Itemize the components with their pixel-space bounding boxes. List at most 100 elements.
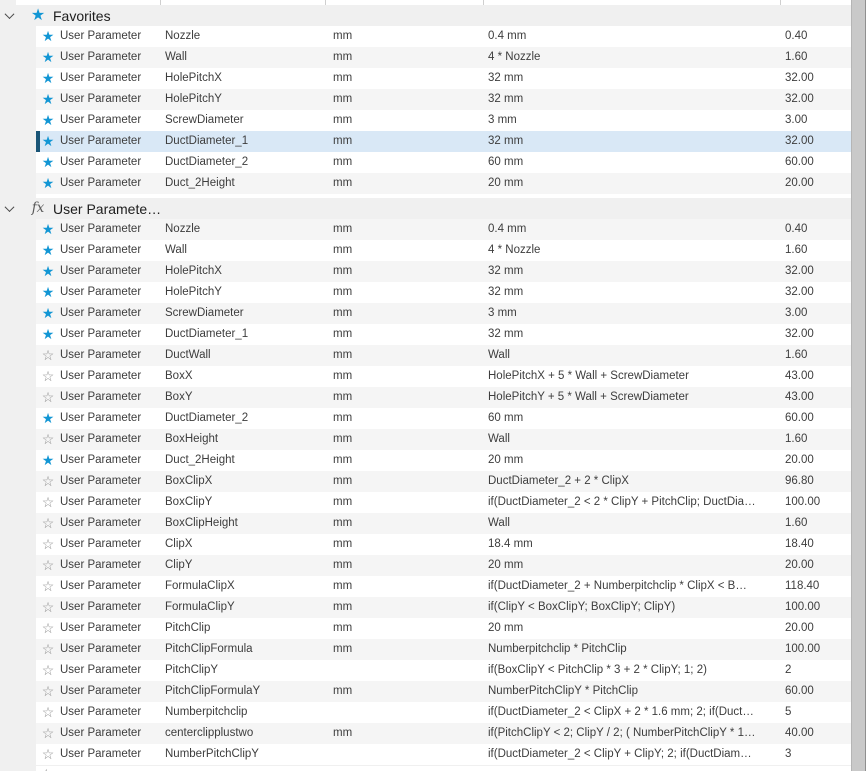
favorite-star-outline-icon[interactable]: ☆ [36, 492, 60, 513]
table-row[interactable]: ☆ User Parameter BoxClipX mm DuctDiameter_2 … [36, 471, 851, 492]
favorite-star-outline-icon[interactable]: ☆ [36, 681, 60, 702]
favorite-star-filled-icon[interactable]: ★ [36, 89, 60, 110]
parameter-name: BoxHeight [165, 433, 219, 445]
table-row[interactable]: ☆ User Parameter Numberpitchclip if(DuctDia… [36, 702, 851, 723]
favorite-star-outline-icon[interactable]: ☆ [36, 660, 60, 681]
favorite-star-filled-icon[interactable]: ★ [36, 219, 60, 240]
favorite-star-outline-icon[interactable]: ☆ [36, 429, 60, 450]
favorite-star-filled-icon[interactable]: ★ [36, 450, 60, 471]
table-row[interactable]: ☆ User Parameter FormulaClipX mm if(DuctDiam… [36, 576, 851, 597]
parameter-value: 2 [785, 664, 792, 676]
section-header-user-paramete[interactable]: fx User Paramete… [0, 198, 851, 219]
table-row[interactable]: ☆ User Parameter PitchClipY if(BoxClipY < P… [36, 660, 851, 681]
favorite-star-outline-icon[interactable]: ☆ [36, 744, 60, 765]
table-row[interactable]: ★ User Parameter HolePitchY mm 32 mm 32.00 [36, 89, 851, 110]
table-row[interactable]: ☆ User Parameter ClipY mm 20 mm 20.00 [36, 555, 851, 576]
favorite-star-filled-icon[interactable]: ★ [36, 26, 60, 47]
table-row[interactable]: ★ User Parameter Duct_2Height mm 20 mm 20.00 [36, 173, 851, 194]
table-row[interactable]: ★ User Parameter HolePitchX mm 32 mm 32.00 [36, 68, 851, 89]
parameter-value: 20.00 [785, 622, 814, 634]
favorite-star-filled-icon[interactable]: ★ [36, 324, 60, 345]
parameter-value: 3 [785, 748, 792, 760]
table-row[interactable]: ☆ User Parameter centerclipplustwo mm if(Pit… [36, 723, 851, 744]
parameter-name: HolePitchX [165, 265, 222, 277]
parameter-expression: 4 * Nozzle [488, 244, 541, 256]
table-row[interactable]: ★ User Parameter HolePitchY mm 32 mm 32.00 [36, 282, 851, 303]
parameter-name: NumberPitchClipY [165, 748, 259, 760]
table-row[interactable]: ★ User Parameter HolePitchX mm 32 mm 32.00 [36, 261, 851, 282]
parameter-unit: mm [333, 391, 353, 403]
table-row[interactable]: ☆ User Parameter BoxClipY mm if(DuctDiameter… [36, 492, 851, 513]
favorite-star-filled-icon[interactable]: ★ [36, 68, 60, 89]
parameter-expression: 20 mm [488, 622, 524, 634]
table-row[interactable]: ★ User Parameter Nozzle mm 0.4 mm 0.40 [36, 26, 851, 47]
favorite-star-outline-icon[interactable]: ☆ [36, 702, 60, 723]
table-row[interactable]: ★ User Parameter DuctDiameter_1 mm 32 mm 32.0… [36, 324, 851, 345]
table-row[interactable]: ☆ User Parameter DuctWall mm Wall 1.60 [36, 345, 851, 366]
favorite-star-filled-icon[interactable]: ★ [36, 173, 60, 194]
favorite-star-filled-icon[interactable]: ★ [36, 131, 60, 152]
favorite-star-filled-icon[interactable]: ★ [36, 408, 60, 429]
favorite-star-outline-icon[interactable]: ☆ [36, 618, 60, 639]
parameter-expression: 4 * Nozzle [488, 51, 541, 63]
favorite-star-outline-icon[interactable]: ☆ [36, 366, 60, 387]
parameter-expression: 60 mm [488, 412, 524, 424]
favorite-star-outline-icon[interactable]: ☆ [36, 387, 60, 408]
favorite-star-outline-icon[interactable]: ☆ [36, 471, 60, 492]
table-row[interactable]: ★ User Parameter DuctDiameter_1 mm 32 mm 32.0… [36, 131, 851, 152]
parameter-unit: mm [333, 328, 353, 340]
table-row[interactable]: ★ User Parameter Duct_2Height mm 20 mm 20.00 [36, 450, 851, 471]
favorite-star-filled-icon[interactable]: ★ [36, 282, 60, 303]
parameter-unit: mm [333, 244, 353, 256]
parameter-unit [333, 702, 488, 723]
table-row[interactable]: ☆ User Parameter PitchClipFormula mm Numberp… [36, 639, 851, 660]
favorite-star-outline-icon[interactable]: ☆ [36, 723, 60, 744]
section-header-favorites[interactable]: ★ Favorites [0, 5, 851, 26]
table-row[interactable]: ☆ User Parameter ClipX mm 18.4 mm 18.40 [36, 534, 851, 555]
parameter-name: BoxY [165, 391, 193, 403]
table-row[interactable]: ☆ User Parameter BoxClipHeight mm Wall 1.60 [36, 513, 851, 534]
table-row[interactable]: ★ User Parameter ScrewDiameter mm 3 mm 3.00 [36, 110, 851, 131]
table-row[interactable]: ☆ User Parameter NumberPitchClipY if(DuctDi… [36, 744, 851, 765]
favorite-star-outline-icon[interactable]: ☆ [36, 345, 60, 366]
table-row[interactable]: ☆ User Parameter BoxX mm HolePitchX + 5 * Wa… [36, 366, 851, 387]
parameter-name: ScrewDiameter [165, 114, 244, 126]
favorite-star-outline-icon[interactable]: ☆ [36, 513, 60, 534]
favorite-star-outline-icon[interactable]: ☆ [36, 555, 60, 576]
table-row[interactable]: ★ User Parameter DuctDiameter_2 mm 60 mm 60.0… [36, 408, 851, 429]
vertical-scrollbar[interactable] [851, 0, 866, 771]
parameter-value: 1.60 [785, 517, 808, 529]
favorite-star-filled-icon[interactable]: ★ [36, 240, 60, 261]
favorite-star-filled-icon[interactable]: ★ [36, 47, 60, 68]
parameter-type: User Parameter [60, 244, 142, 256]
favorite-star-filled-icon[interactable]: ★ [36, 152, 60, 173]
table-row[interactable]: ☆ User Parameter BoxHeight mm Wall 1.60 [36, 429, 851, 450]
favorite-star-outline-icon[interactable]: ☆ [36, 639, 60, 660]
favorite-star-filled-icon[interactable]: ★ [36, 303, 60, 324]
parameter-unit: mm [333, 72, 353, 84]
favorite-star-outline-icon[interactable]: ☆ [36, 597, 60, 618]
parameter-value: 1.60 [785, 51, 808, 63]
chevron-down-icon[interactable] [3, 9, 15, 20]
parameter-type: User Parameter [60, 328, 142, 340]
favorite-star-outline-icon[interactable]: ☆ [36, 576, 60, 597]
partial-next-row: ☆ [36, 766, 851, 771]
table-row[interactable]: ★ User Parameter Wall mm 4 * Nozzle 1.60 [36, 47, 851, 68]
parameter-unit: mm [333, 177, 353, 189]
chevron-down-icon[interactable] [3, 202, 15, 213]
table-row[interactable]: ☆ User Parameter FormulaClipY mm if(ClipY < … [36, 597, 851, 618]
favorite-star-filled-icon[interactable]: ★ [36, 261, 60, 282]
table-row[interactable]: ★ User Parameter DuctDiameter_2 mm 60 mm 60.0… [36, 152, 851, 173]
table-row[interactable]: ★ User Parameter Wall mm 4 * Nozzle 1.60 [36, 240, 851, 261]
table-row[interactable]: ☆ User Parameter BoxY mm HolePitchY + 5 * Wa… [36, 387, 851, 408]
parameter-unit: mm [333, 286, 353, 298]
table-row[interactable]: ★ User Parameter Nozzle mm 0.4 mm 0.40 [36, 219, 851, 240]
parameter-expression: DuctDiameter_2 + 2 * ClipX [488, 475, 629, 487]
table-row[interactable]: ★ User Parameter ScrewDiameter mm 3 mm 3.00 [36, 303, 851, 324]
parameter-unit: mm [333, 517, 353, 529]
table-row[interactable]: ☆ User Parameter PitchClip mm 20 mm 20.00 [36, 618, 851, 639]
favorite-star-outline-icon[interactable]: ☆ [36, 534, 60, 555]
table-row[interactable]: ☆ User Parameter PitchClipFormulaY mm Number… [36, 681, 851, 702]
parameter-name: ClipX [165, 538, 193, 550]
favorite-star-filled-icon[interactable]: ★ [36, 110, 60, 131]
